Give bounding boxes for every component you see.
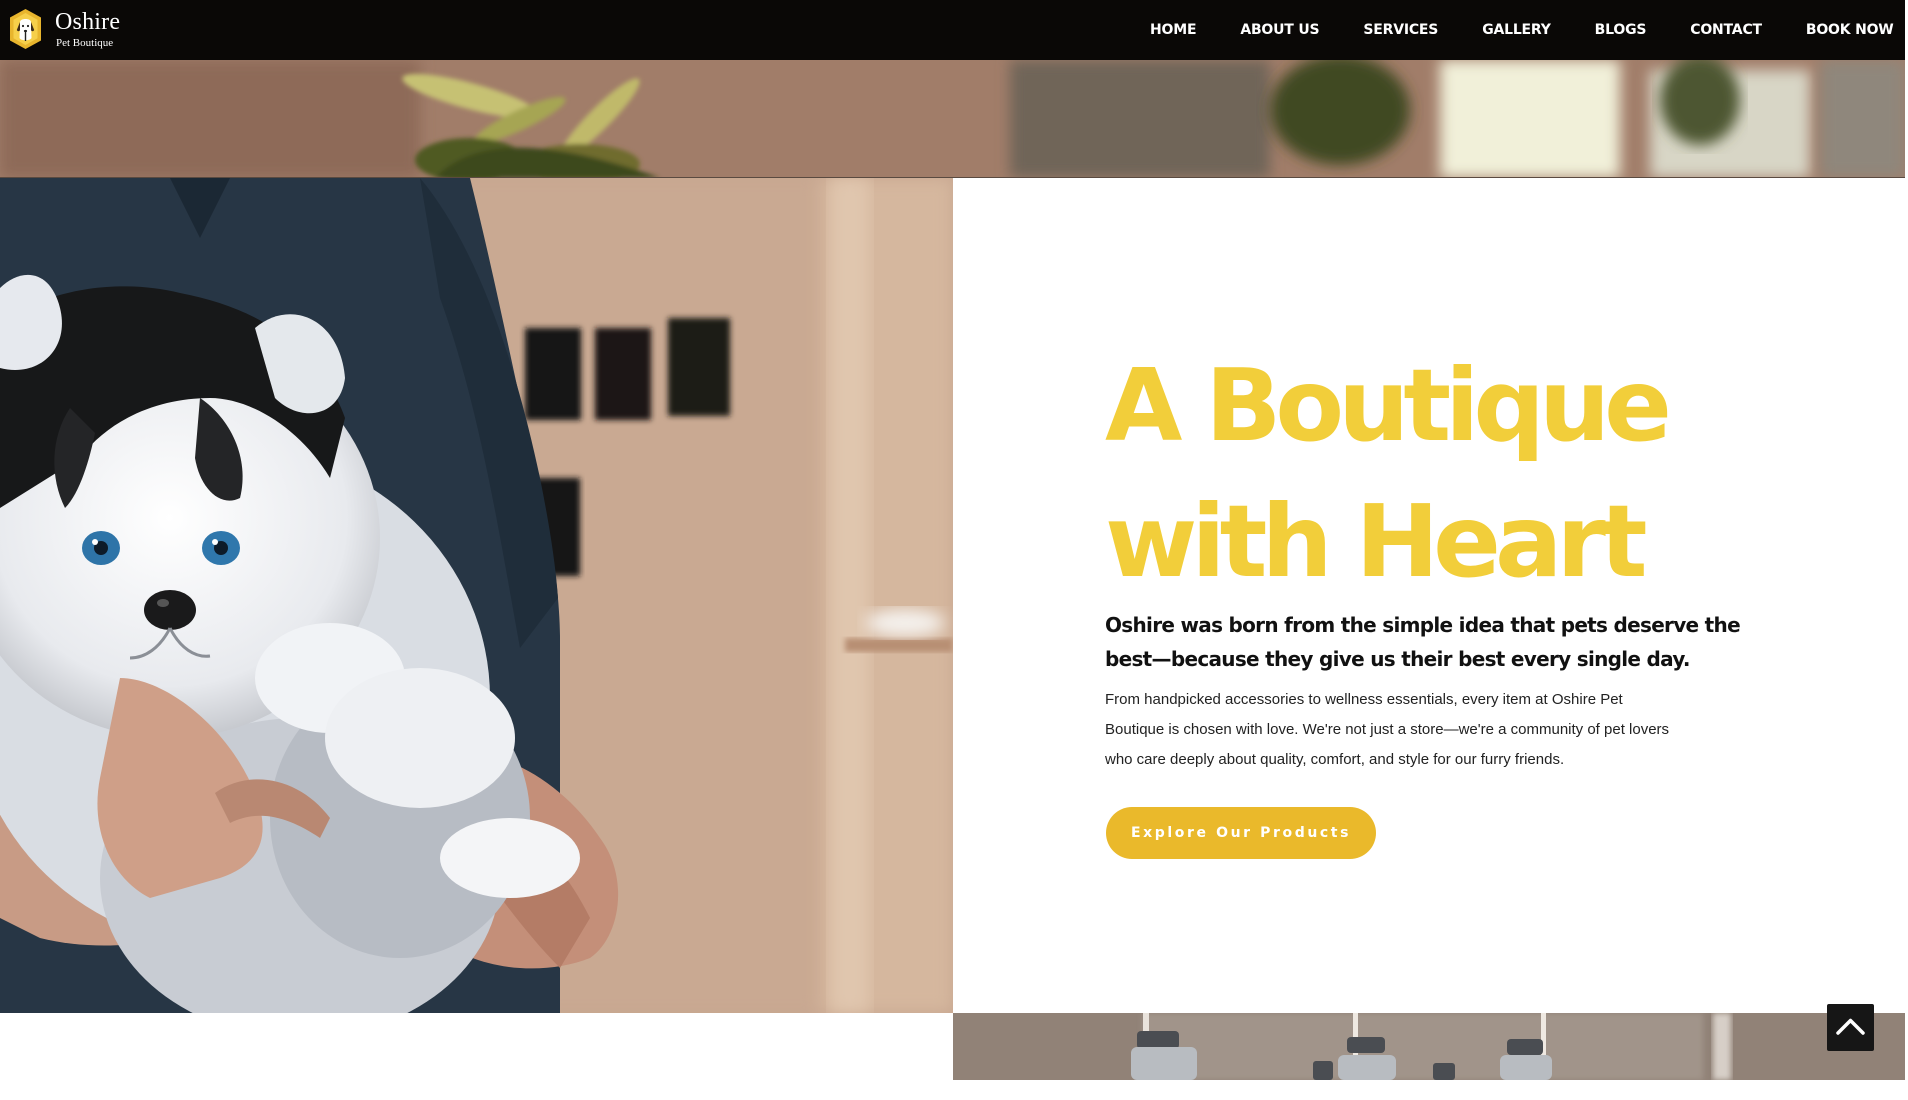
puppy-photo <box>0 178 953 1013</box>
dog-badge-logo-icon <box>10 9 41 49</box>
nav-book-now[interactable]: BOOK NOW <box>1806 22 1894 38</box>
husky-puppy-image <box>0 178 953 1013</box>
brand-logo[interactable]: Oshire Pet Boutique <box>8 8 120 50</box>
header-banner-photo <box>0 60 1905 178</box>
brand-wordmark: Oshire Pet Boutique <box>55 10 120 49</box>
scroll-to-top-button[interactable] <box>1827 1004 1874 1051</box>
hero-description: From handpicked accessories to wellness … <box>1105 691 1670 768</box>
explore-products-button[interactable]: Explore Our Products <box>1106 807 1376 859</box>
brand-tagline: Pet Boutique <box>56 36 114 49</box>
hero-title-line-1: A Boutique <box>1105 347 1672 464</box>
nav-gallery[interactable]: GALLERY <box>1482 22 1551 38</box>
top-navbar: Oshire Pet Boutique HOME ABOUT US SERVIC… <box>0 0 1905 60</box>
nav-blogs[interactable]: BLOGS <box>1595 22 1647 38</box>
grooming-tubs-image <box>953 1013 1905 1080</box>
hero-title-line-2: with Heart <box>1105 483 1648 600</box>
nav-services[interactable]: SERVICES <box>1363 22 1438 38</box>
blurred-plant-interior-image <box>0 60 1905 177</box>
nav-about-us[interactable]: ABOUT US <box>1240 22 1319 38</box>
hero-title: A Boutique with Heart <box>1105 338 1825 610</box>
about-section: A Boutique with Heart Oshire was born fr… <box>953 178 1905 1013</box>
nav-home[interactable]: HOME <box>1150 22 1197 38</box>
nav-contact[interactable]: CONTACT <box>1690 22 1762 38</box>
chevron-up-icon <box>1836 1018 1865 1035</box>
brand-name: Oshire <box>55 8 121 35</box>
hero-subtitle: Oshire was born from the simple idea tha… <box>1105 613 1741 671</box>
main-nav: HOME ABOUT US SERVICES GALLERY BLOGS CON… <box>1150 0 1908 60</box>
bottom-photo-strip <box>953 1013 1905 1080</box>
